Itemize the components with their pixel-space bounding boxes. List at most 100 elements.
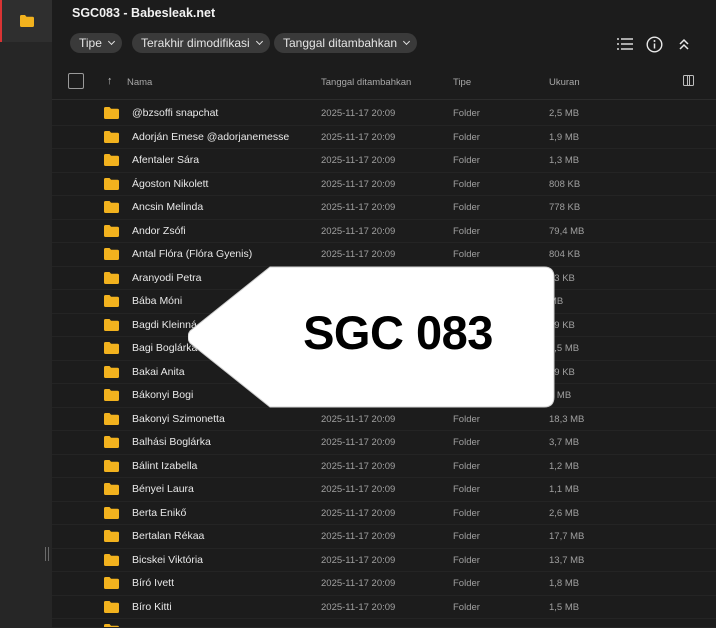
column-header-name[interactable]: Nama (127, 77, 152, 88)
file-name: Bertalan Rékaa (132, 530, 205, 542)
file-name: Bákonyi Bogi (132, 389, 194, 401)
select-all-checkbox[interactable] (68, 73, 84, 89)
list-view-icon[interactable] (616, 35, 634, 53)
table-row[interactable]: Balhási Boglárka 2025-11-17 20:09 Folder 3,… (52, 431, 716, 455)
columns-icon[interactable] (683, 75, 694, 86)
folder-icon (104, 577, 119, 589)
rail-item-files[interactable] (0, 0, 52, 42)
column-header-size[interactable]: Ukuran (549, 77, 580, 88)
file-type: Folder (453, 437, 480, 448)
file-type: Folder (453, 249, 480, 260)
file-size: 1,3 MB (549, 155, 580, 166)
file-date: 2025-11-17 20:09 (321, 178, 396, 190)
filter-type-chip[interactable]: Tipe (70, 33, 122, 53)
folder-icon (104, 600, 119, 613)
filter-label: Tipe (79, 36, 102, 50)
table-row[interactable]: Ágoston Nikolett 2025-11-17 20:09 Folder 80… (52, 173, 716, 196)
file-name: Bicskei Viktória (132, 553, 203, 566)
file-date: 2025-11-17 20:09 (321, 460, 396, 472)
file-date: 2025-11-17 20:09 (321, 484, 396, 495)
table-row[interactable]: Antal Flóra (Flóra Gyenis) 2025-11-17 20:… (52, 243, 716, 267)
table-row[interactable]: Berta Enikő 2025-11-17 20:09 Folder 2,6 MB (52, 502, 716, 525)
folder-icon (104, 389, 119, 401)
file-type: Folder (453, 554, 480, 566)
filter-modified-chip[interactable]: Terakhir dimodifikasi (132, 33, 270, 53)
collapse-icon[interactable] (675, 35, 693, 53)
table-row[interactable]: Andor Zsófi 2025-11-17 20:09 Folder 79,4 MB (52, 220, 716, 243)
file-date: 2025-11-17 20:09 (321, 507, 396, 519)
folder-icon (104, 530, 119, 542)
table-row[interactable]: Bicskei Viktória 2025-11-17 20:09 Folder 13… (52, 549, 716, 572)
filter-label: Terakhir dimodifikasi (141, 36, 250, 50)
file-type: Folder (453, 155, 480, 166)
filter-added-chip[interactable]: Tanggal ditambahkan (274, 33, 418, 53)
file-name: Balhási Boglárka (132, 436, 211, 448)
table-row[interactable]: Bálint Izabella 2025-11-17 20:09 Folder 1,2… (52, 455, 716, 478)
file-size: 3,7 MB (549, 437, 580, 448)
column-header-date[interactable]: Tanggal ditambahkan (321, 77, 411, 88)
folder-icon (20, 15, 34, 27)
file-date: 2025-11-17 20:09 (321, 413, 396, 425)
table-header: ↑ Nama Tanggal ditambahkan Tipe Ukuran (52, 66, 716, 100)
file-size: 2,6 MB (549, 507, 580, 519)
file-date: 2025-11-17 20:09 (321, 601, 396, 613)
folder-icon (104, 553, 119, 566)
file-type: Folder (453, 413, 480, 425)
file-date: 2025-11-17 20:09 (321, 531, 396, 542)
table-row[interactable]: Adorján Emese @adorjanemesse 2025-11-17 2… (52, 126, 716, 149)
nav-rail (0, 0, 52, 628)
folder-icon (104, 248, 119, 260)
folder-icon (104, 318, 119, 331)
file-size: 778 KB (549, 202, 581, 213)
file-date: 2025-11-17 20:09 (321, 108, 396, 119)
folder-icon (104, 271, 119, 284)
file-name: Bakonyi Szimonetta (132, 412, 225, 425)
column-header-type[interactable]: Tipe (453, 77, 471, 88)
file-size: 17,7 MB (549, 531, 585, 542)
file-name: Bakai Anita (132, 365, 185, 378)
table-row[interactable]: Bíro Kitti 2025-11-17 20:09 Folder 1,5 MB (52, 596, 716, 619)
table-row[interactable]: @bzsoffi snapchat 2025-11-17 20:09 Folder 2… (52, 102, 716, 126)
folder-icon (104, 365, 119, 378)
table-row[interactable]: Bakonyi Szimonetta 2025-11-17 20:09 Folder… (52, 408, 716, 431)
chevron-down-icon (107, 37, 115, 46)
filter-label: Tanggal ditambahkan (283, 36, 398, 50)
file-size: 1,1 MB (549, 484, 580, 495)
table-row[interactable]: Bertalan Rékaa 2025-11-17 20:09 Folder 17,7… (52, 525, 716, 549)
chevron-down-icon (255, 37, 263, 46)
table-row[interactable]: Bényei Laura 2025-11-17 20:09 Folder 1,1 MB (52, 478, 716, 502)
table-row[interactable]: Ancsin Melinda 2025-11-17 20:09 Folder 778 … (52, 196, 716, 220)
file-name: Adorján Emese @adorjanemesse (132, 130, 290, 143)
folder-icon (104, 506, 119, 519)
folder-icon (104, 177, 119, 190)
file-name: Afentaler Sára (132, 154, 200, 166)
file-date: 2025-11-17 20:09 (321, 437, 396, 448)
file-date: 2025-11-17 20:09 (321, 249, 396, 260)
file-name: Bálint Izabella (132, 459, 198, 472)
folder-icon (104, 436, 119, 448)
table-row[interactable]: Bíró Ivett 2025-11-17 20:09 Folder 1,8 MB (52, 572, 716, 596)
resize-handle[interactable] (45, 547, 49, 561)
sort-up-icon[interactable]: ↑ (107, 75, 113, 87)
file-type: Folder (453, 531, 480, 542)
folder-icon (104, 342, 119, 354)
file-date: 2025-11-17 20:09 (321, 202, 396, 213)
file-size: 18,3 MB (549, 413, 585, 425)
file-size: 2,5 MB (549, 108, 580, 119)
folder-icon (104, 224, 119, 237)
file-date: 2025-11-17 20:09 (321, 155, 396, 166)
file-date: 2025-11-17 20:09 (321, 131, 396, 143)
file-date: 2025-11-17 20:09 (321, 578, 396, 589)
file-size: 1,9 MB (549, 131, 580, 143)
file-type: Folder (453, 484, 480, 495)
file-size: 804 KB (549, 249, 581, 260)
folder-icon (104, 201, 119, 213)
file-size: 808 KB (549, 178, 581, 190)
table-row[interactable]: Afentaler Sára 2025-11-17 20:09 Folder 1,3 … (52, 149, 716, 173)
file-size: 1,5 MB (549, 601, 580, 613)
file-name: Ancsin Melinda (132, 201, 204, 213)
file-name: Antal Flóra (Flóra Gyenis) (132, 248, 253, 260)
table-row[interactable] (52, 619, 716, 628)
file-size: 13,7 MB (549, 554, 585, 566)
info-icon[interactable] (645, 35, 663, 53)
